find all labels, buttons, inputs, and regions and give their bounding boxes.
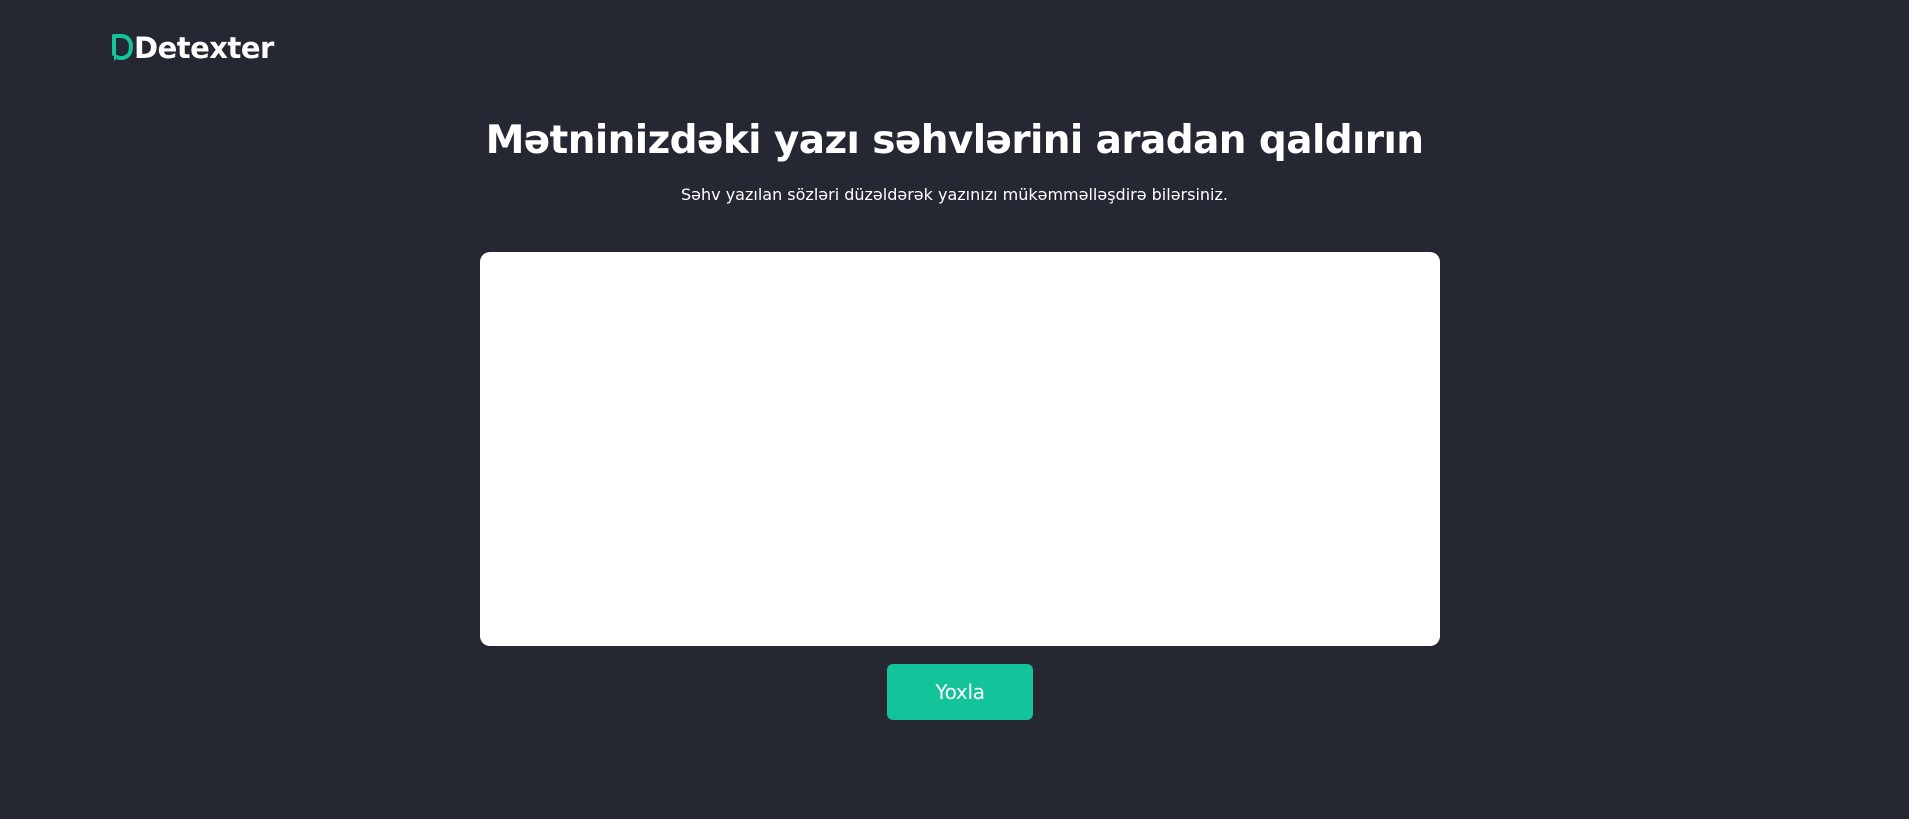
logo-link[interactable]: Detexter	[111, 30, 274, 66]
logo-text: Detexter	[134, 30, 274, 65]
page-title: Mətninizdəki yazı səhvlərini aradan qald…	[485, 118, 1424, 163]
logo-d-icon	[112, 34, 133, 61]
page-subtitle: Səhv yazılan sözləri düzəldərək yazınızı…	[681, 185, 1228, 204]
text-input[interactable]	[480, 252, 1440, 646]
check-button[interactable]: Yoxla	[887, 664, 1033, 720]
